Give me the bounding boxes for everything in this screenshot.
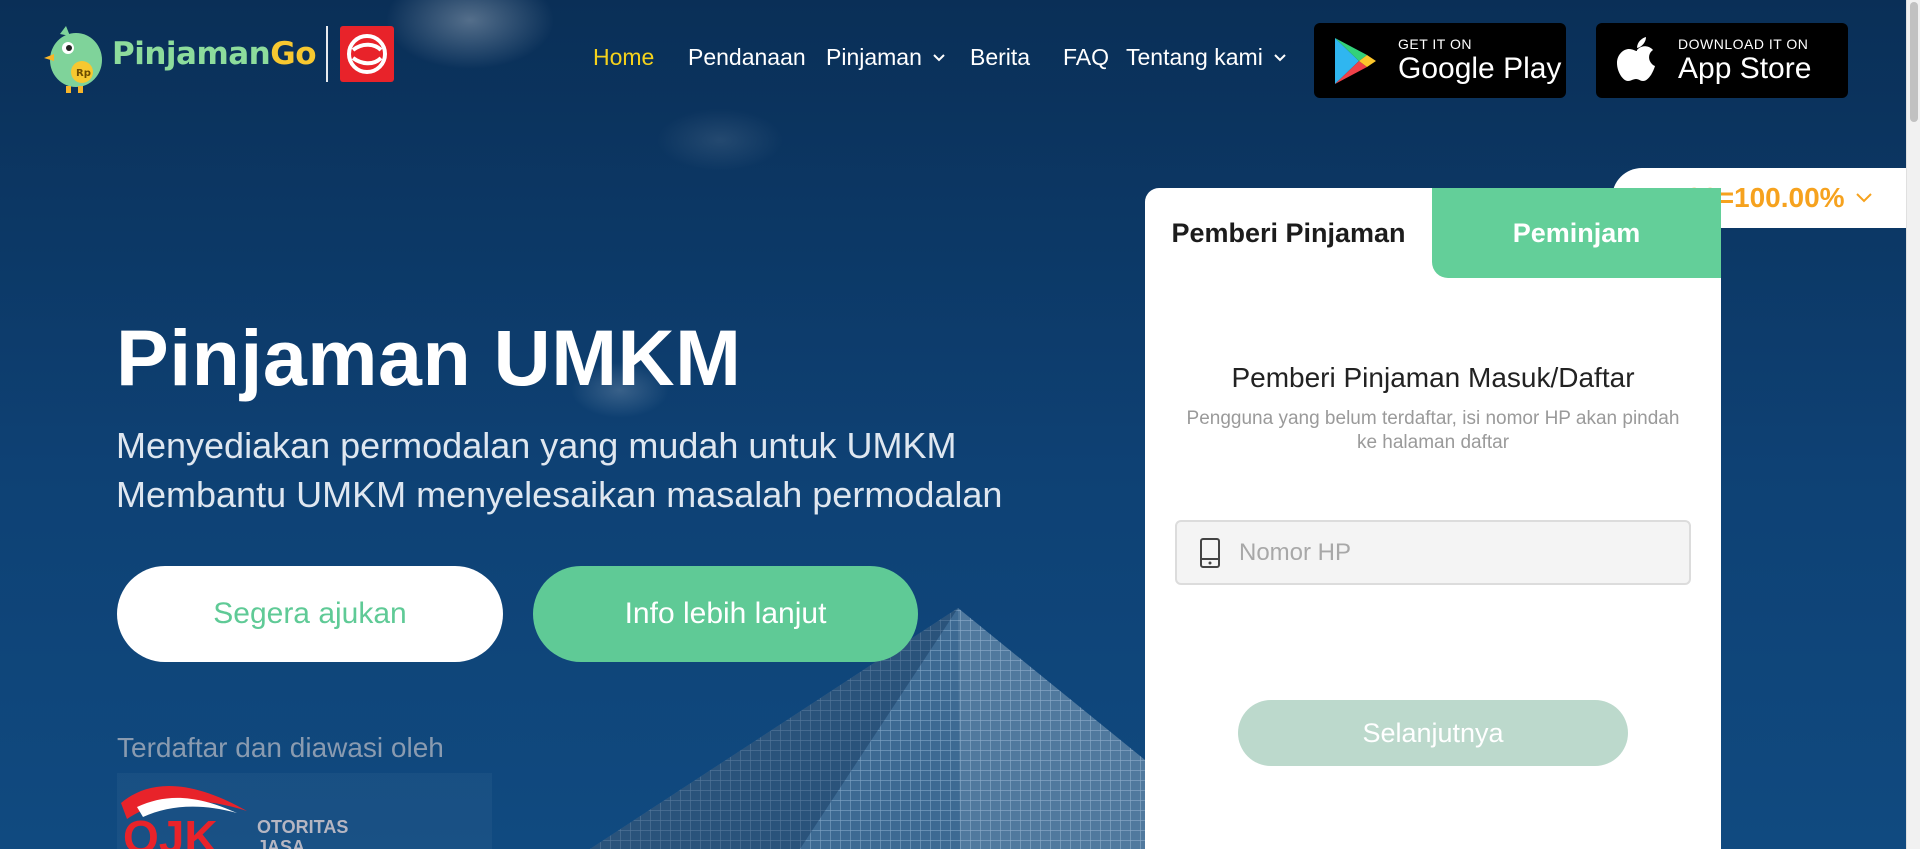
- phone-field[interactable]: [1175, 520, 1691, 585]
- logo-divider: [326, 26, 329, 82]
- app-store-button[interactable]: DOWNLOAD IT ON App Store: [1596, 23, 1848, 98]
- nav-faq[interactable]: FAQ: [1063, 44, 1109, 71]
- nav-berita[interactable]: Berita: [970, 44, 1030, 71]
- brand-logo[interactable]: Rp PinjamanGo: [40, 14, 395, 94]
- nav-home[interactable]: Home: [593, 44, 654, 71]
- chevron-down-icon: [933, 53, 945, 61]
- ojk-wordmark: OJK: [123, 811, 218, 849]
- login-hint: Pengguna yang belum terdaftar, isi nomor…: [1186, 408, 1680, 453]
- google-play-button[interactable]: GET IT ON Google Play: [1314, 23, 1566, 98]
- nav-pinjaman[interactable]: Pinjaman: [826, 44, 946, 71]
- ojk-logo: OJK OTORITAS JASA: [117, 773, 492, 849]
- google-play-small: GET IT ON: [1398, 35, 1472, 52]
- app-store-big: App Store: [1678, 51, 1812, 85]
- nav-faq-label: FAQ: [1063, 44, 1110, 70]
- nav-tentang-kami-label: Tentang kami: [1126, 44, 1263, 70]
- scrollbar-thumb[interactable]: [1910, 2, 1918, 122]
- hero-subtitle-line1: Menyediakan permodalan yang mudah untuk …: [116, 425, 957, 466]
- more-info-button[interactable]: Info lebih lanjut: [533, 566, 918, 662]
- chevron-down-icon: [1274, 53, 1286, 61]
- tab-borrower[interactable]: Peminjam: [1432, 188, 1721, 278]
- apple-icon: [1617, 36, 1655, 81]
- bird-mascot-icon: Rp: [44, 26, 102, 93]
- nav-tentang-kami[interactable]: Tentang kami: [1126, 44, 1287, 71]
- ojk-text: OTORITAS JASA: [257, 817, 348, 849]
- ojk-text-line1: OTORITAS: [257, 817, 349, 837]
- chevron-down-icon: [1855, 193, 1872, 203]
- registered-label: Terdaftar dan diawasi oleh: [117, 732, 444, 763]
- partner-swirl-icon: [347, 34, 388, 74]
- google-play-icon: [1335, 37, 1376, 84]
- brand-name-part1: Pinjaman: [112, 36, 271, 72]
- ojk-text-line2: JASA: [257, 837, 306, 849]
- ojk-emblem-icon: OJK: [121, 785, 247, 849]
- google-play-big: Google Play: [1398, 51, 1562, 85]
- tab-lender[interactable]: Pemberi Pinjaman: [1145, 188, 1432, 278]
- apply-now-button[interactable]: Segera ajukan: [117, 566, 503, 662]
- partner-logo: [340, 26, 395, 82]
- brand-name-part2: Go: [270, 36, 317, 72]
- hero-title: Pinjaman UMKM: [116, 313, 742, 402]
- mobile-phone-icon: [1200, 537, 1220, 568]
- next-button[interactable]: Selanjutnya: [1238, 700, 1628, 766]
- rupiah-badge: Rp: [76, 68, 91, 79]
- brand-name: PinjamanGo: [112, 36, 317, 72]
- nav-home-label: Home: [593, 44, 655, 70]
- nav-pinjaman-label: Pinjaman: [826, 44, 922, 70]
- nav-pendanaan-label: Pendanaan: [688, 44, 806, 70]
- app-store-small: DOWNLOAD IT ON: [1678, 35, 1809, 52]
- vertical-scrollbar[interactable]: [1906, 0, 1920, 849]
- nav-pendanaan[interactable]: Pendanaan: [688, 44, 806, 71]
- nav-berita-label: Berita: [970, 44, 1031, 70]
- login-title: Pemberi Pinjaman Masuk/Daftar: [1231, 362, 1635, 393]
- phone-input[interactable]: [1239, 538, 1669, 567]
- hero-subtitle-line2: Membantu UMKM menyelesaikan masalah perm…: [116, 474, 1003, 515]
